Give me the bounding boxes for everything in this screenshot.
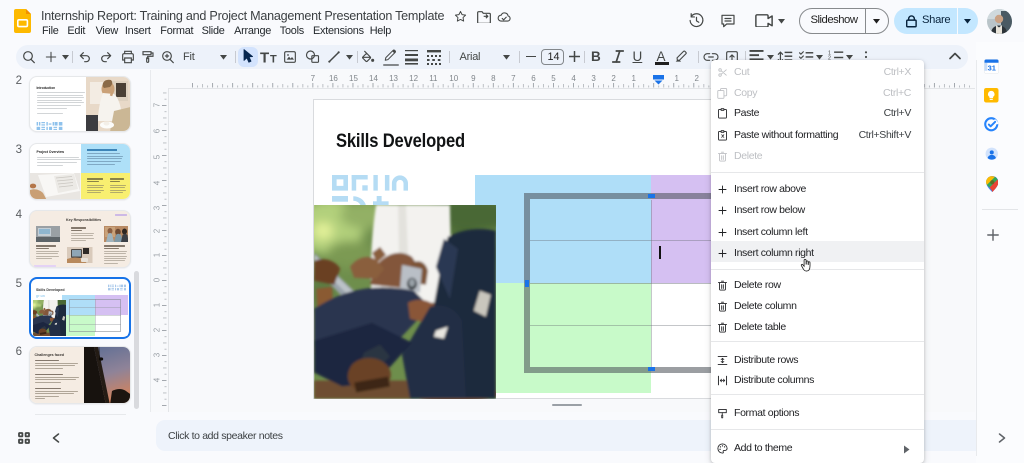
svg-text:2: 2: [153, 228, 162, 233]
svg-text:6: 6: [153, 128, 162, 133]
svg-text:5: 5: [153, 154, 162, 159]
svg-text:1: 1: [153, 252, 162, 257]
svg-text:0: 0: [153, 277, 162, 282]
svg-text:4: 4: [153, 377, 162, 382]
svg-text:T: T: [260, 49, 269, 65]
svg-text:2: 2: [153, 327, 162, 332]
svg-text:1: 1: [153, 302, 162, 307]
svg-text:3: 3: [153, 352, 162, 357]
svg-text:4: 4: [153, 180, 162, 185]
svg-text:7: 7: [153, 102, 162, 107]
svg-text:T: T: [270, 53, 277, 65]
svg-text:31: 31: [988, 64, 996, 73]
svg-text:3: 3: [153, 205, 162, 210]
